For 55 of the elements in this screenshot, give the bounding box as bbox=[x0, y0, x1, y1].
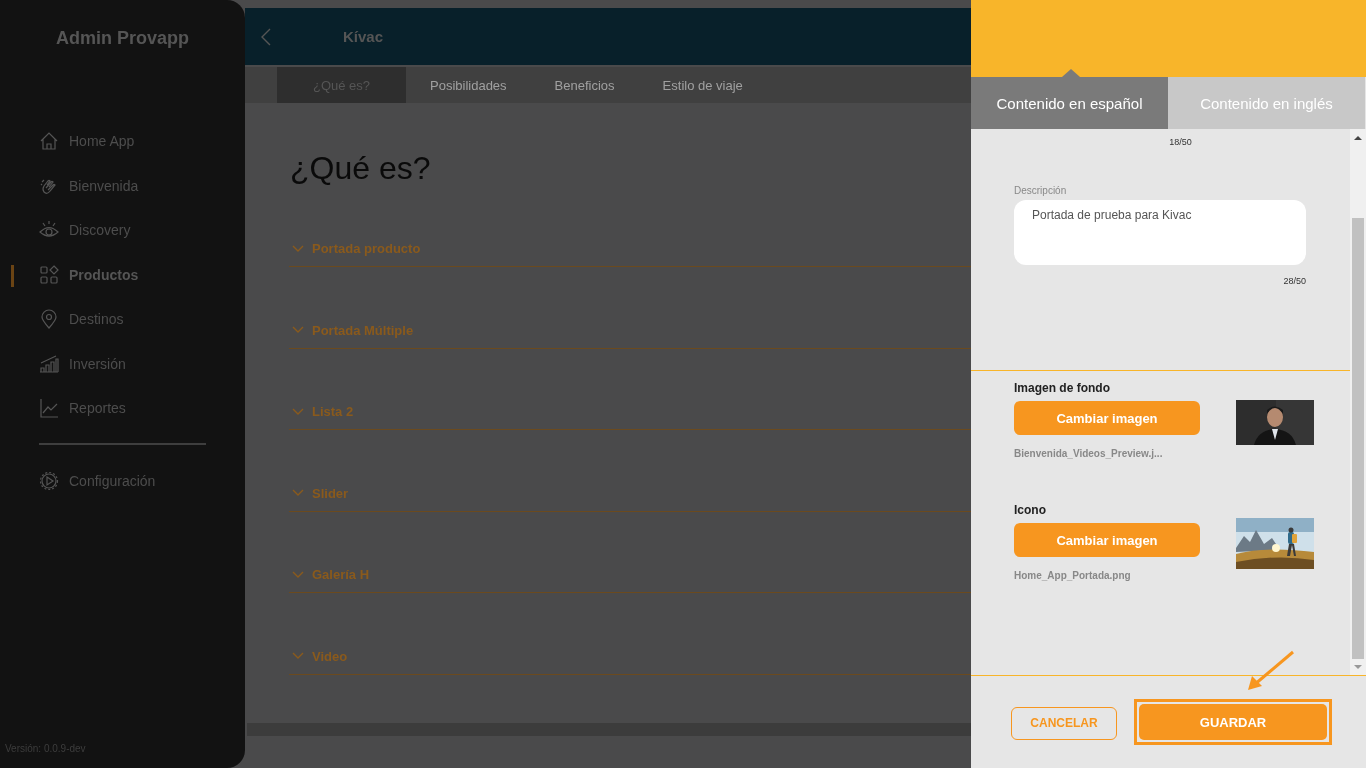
page-title: Kívac bbox=[343, 28, 384, 45]
pointer-arrow-icon bbox=[1246, 650, 1296, 692]
nav-item[interactable]: Inversión bbox=[0, 341, 245, 386]
cancel-button[interactable]: CANCELAR bbox=[1011, 706, 1117, 740]
nav-item[interactable]: Productos bbox=[0, 252, 245, 297]
chevron-icon bbox=[292, 652, 304, 661]
chevron-icon bbox=[292, 570, 304, 579]
accordion-header[interactable]: Video bbox=[289, 648, 971, 675]
house-icon bbox=[39, 131, 59, 152]
tab[interactable]: Beneficios bbox=[530, 67, 639, 103]
tab[interactable]: Estilo de viaje bbox=[638, 67, 767, 103]
accordion-label: Slider bbox=[312, 485, 349, 501]
section-heading: ¿Qué es? bbox=[290, 150, 432, 187]
file-name: Bienvenida_Videos_Preview.j... bbox=[1014, 448, 1164, 459]
change-image-button[interactable]: Cambiar imagen bbox=[1014, 401, 1200, 435]
field-label: Icono bbox=[1014, 503, 1047, 517]
accordion-header[interactable]: Slider bbox=[289, 485, 971, 512]
bar-chart-icon bbox=[39, 353, 59, 374]
nav-item[interactable]: Bienvenida bbox=[0, 163, 245, 208]
chevron-icon bbox=[292, 244, 304, 253]
location-pin-icon bbox=[39, 309, 59, 330]
field-label: Imagen de fondo bbox=[1014, 381, 1111, 395]
scrollbar[interactable] bbox=[1350, 129, 1366, 675]
accordion-header[interactable]: Portada producto bbox=[289, 241, 971, 267]
tab[interactable]: Posibilidades bbox=[406, 67, 531, 103]
change-image-button[interactable]: Cambiar imagen bbox=[1014, 523, 1200, 557]
chevron-icon bbox=[292, 489, 304, 498]
accordion-header[interactable]: Lista 2 bbox=[289, 404, 971, 431]
accordion-header[interactable]: Portada Múltiple bbox=[289, 322, 971, 349]
accordion-label: Video bbox=[312, 648, 348, 664]
field-label: Descripción bbox=[1014, 185, 1068, 196]
save-button[interactable]: GUARDAR bbox=[1139, 704, 1327, 740]
character-counter: 28/50 bbox=[1283, 276, 1306, 286]
accordion-label: Galería H bbox=[312, 567, 370, 583]
nav-item[interactable]: Home App bbox=[0, 119, 245, 164]
nav-item[interactable]: Discovery bbox=[0, 208, 245, 253]
character-counter: 18/50 bbox=[1168, 137, 1193, 147]
chevron-icon bbox=[292, 407, 304, 416]
scrollbar[interactable] bbox=[247, 723, 971, 736]
accordion-label: Portada Múltiple bbox=[312, 322, 414, 338]
settings-icon bbox=[39, 470, 59, 491]
shapes-icon bbox=[39, 264, 59, 285]
back-icon[interactable] bbox=[261, 27, 271, 46]
accordion-label: Portada producto bbox=[312, 241, 421, 256]
chevron-icon bbox=[292, 326, 304, 335]
line-chart-icon bbox=[39, 398, 59, 419]
nav-item[interactable]: Destinos bbox=[0, 297, 245, 342]
description-field[interactable]: Portada de prueba para Kivac bbox=[1014, 200, 1306, 265]
app-title: Admin Provapp bbox=[55, 28, 190, 49]
nav-item[interactable]: Reportes bbox=[0, 386, 245, 431]
nav-item[interactable]: Configuración bbox=[0, 458, 245, 503]
accordion-header[interactable]: Galería H bbox=[289, 567, 971, 594]
language-tab[interactable]: Contenido en español bbox=[971, 77, 1168, 129]
accordion-label: Lista 2 bbox=[312, 404, 354, 420]
file-name: Home_App_Portada.png bbox=[1014, 570, 1132, 581]
